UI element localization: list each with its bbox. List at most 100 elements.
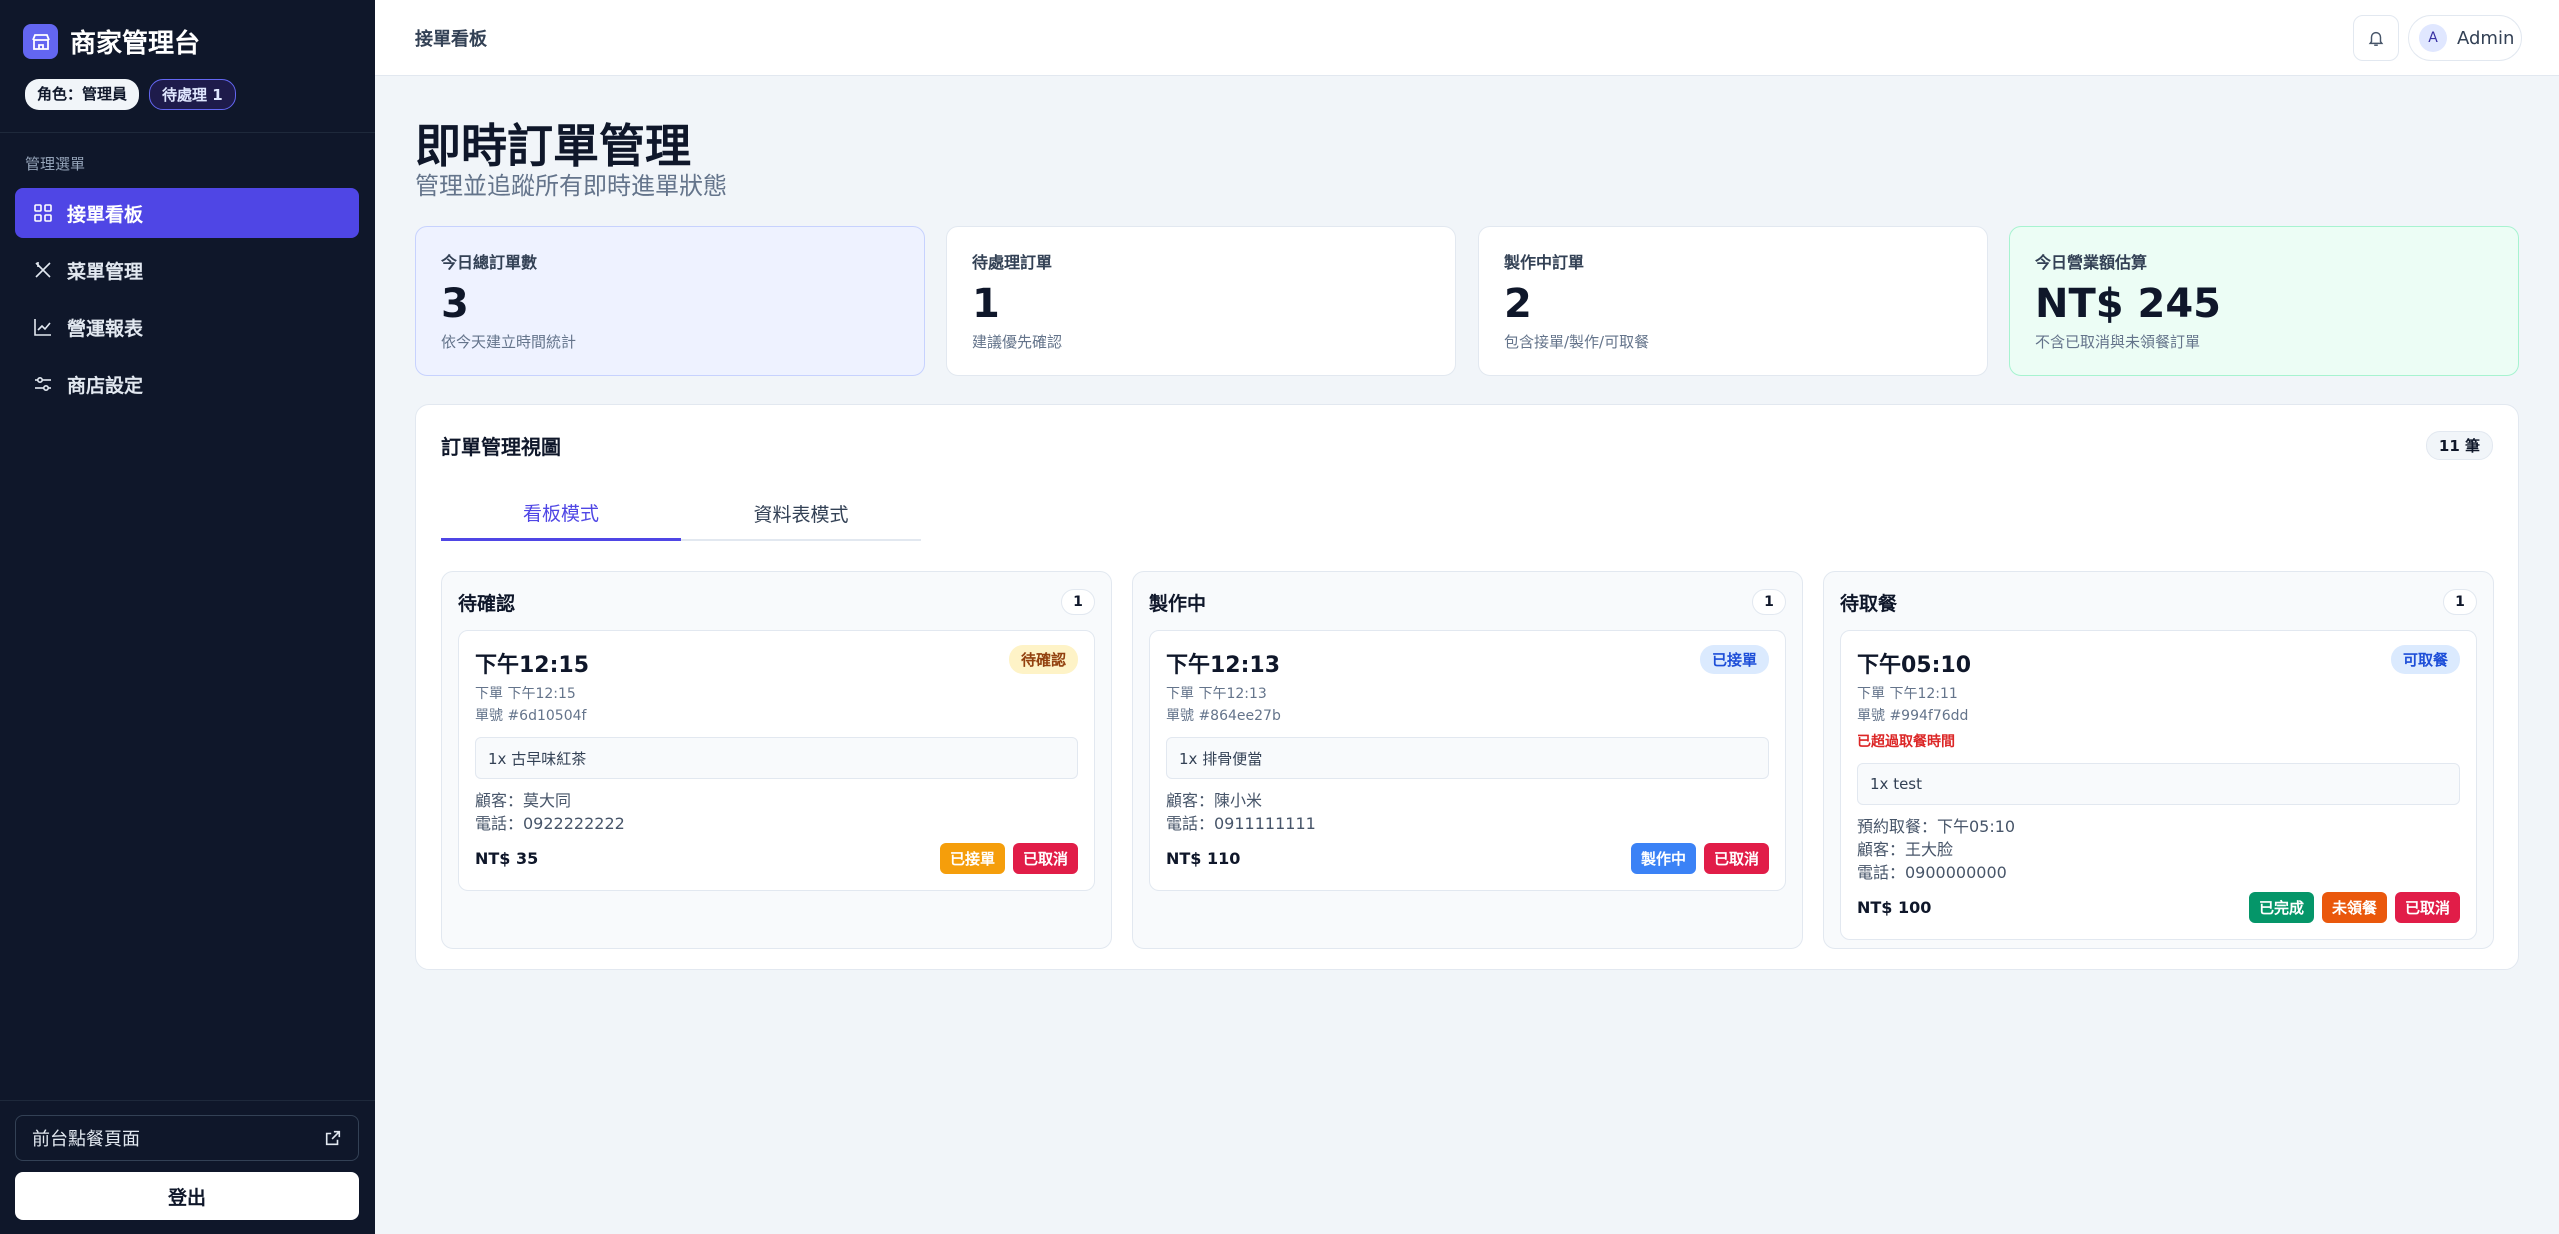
brand-title: 商家管理台 <box>70 29 201 59</box>
status-badge: 已接單 <box>1699 645 1769 674</box>
stat-note: 不含已取消與未領餐訂單 <box>2035 333 2201 351</box>
external-link-icon <box>325 1130 341 1146</box>
column-title: 製作中 <box>1149 593 1207 615</box>
order-placed: 下單 下午12:13 <box>1166 686 1267 702</box>
sliders-icon <box>35 376 51 392</box>
page-subtitle: 管理並追蹤所有即時進單狀態 <box>415 172 727 200</box>
sidebar: 商家管理台 角色：管理員 待處理 1 管理選單 接單看板 菜單管理 營運報表 商… <box>0 0 375 1234</box>
column-ready: 待取餐 1 下午05:10 可取餐 下單 下午12:11 單號 #994f76d… <box>1823 571 2494 949</box>
sidebar-item-label: 菜單管理 <box>67 260 144 283</box>
sidebar-nav: 接單看板 菜單管理 營運報表 商店設定 <box>15 188 359 416</box>
column-in-progress: 製作中 1 下午12:13 已接單 下單 下午12:13 單號 #864ee27… <box>1132 571 1803 949</box>
customer-phone: 電話：0911111111 <box>1166 814 1316 833</box>
stat-card-in-progress-orders: 製作中訂單 2 包含接單/製作/可取餐 <box>1478 226 1988 376</box>
sidebar-item-label: 接單看板 <box>67 203 144 226</box>
order-number: 單號 #6d10504f <box>475 708 587 724</box>
customer-name: 顧客：莫大同 <box>475 791 572 810</box>
start-cooking-button[interactable]: 製作中 <box>1630 843 1696 874</box>
stat-card-pending-orders: 待處理訂單 1 建議優先確認 <box>946 226 1456 376</box>
customer-phone: 電話：0900000000 <box>1857 863 2007 882</box>
customer-name: 顧客：陳小米 <box>1166 791 1263 810</box>
bell-icon <box>2368 31 2384 46</box>
sidebar-item-reports[interactable]: 營運報表 <box>15 302 359 352</box>
accept-button[interactable]: 已接單 <box>939 843 1005 874</box>
stat-note: 建議優先確認 <box>972 333 1063 351</box>
order-card[interactable]: 下午05:10 可取餐 下單 下午12:11 單號 #994f76dd 已超過取… <box>1840 630 2477 940</box>
chart-line-icon <box>34 319 51 336</box>
stat-label: 今日營業額估算 <box>2035 253 2148 272</box>
cancel-button[interactable]: 已取消 <box>2394 892 2460 923</box>
stat-card-revenue: 今日營業額估算 NT$ 245 不含已取消與未領餐訂單 <box>2009 226 2519 376</box>
breadcrumb: 接單看板 <box>415 29 487 50</box>
user-menu[interactable]: A Admin <box>2408 15 2522 61</box>
sidebar-item-menu[interactable]: 菜單管理 <box>15 245 359 295</box>
divider <box>0 132 375 133</box>
stat-value: 2 <box>1504 281 1532 327</box>
stat-card-total-orders: 今日總訂單數 3 依今天建立時間統計 <box>415 226 925 376</box>
order-item: 1x test <box>1857 763 2460 805</box>
utensils-icon <box>35 262 51 278</box>
order-item: 1x 古早味紅茶 <box>475 737 1078 779</box>
divider <box>0 1100 375 1101</box>
cancel-button[interactable]: 已取消 <box>1012 843 1078 874</box>
cancel-button[interactable]: 已取消 <box>1703 843 1769 874</box>
grid-icon <box>34 204 52 222</box>
storefront-link[interactable]: 前台點餐頁面 <box>15 1115 359 1161</box>
sidebar-item-label: 營運報表 <box>67 317 144 340</box>
stat-label: 製作中訂單 <box>1504 253 1585 272</box>
menu-heading: 管理選單 <box>25 155 86 173</box>
user-name: Admin <box>2457 27 2515 49</box>
sidebar-item-order-board[interactable]: 接單看板 <box>15 188 359 238</box>
storefront-link-label: 前台點餐頁面 <box>32 1129 140 1150</box>
logout-button[interactable]: 登出 <box>15 1172 359 1220</box>
complete-button[interactable]: 已完成 <box>2248 892 2314 923</box>
sidebar-item-settings[interactable]: 商店設定 <box>15 359 359 409</box>
order-time: 下午12:15 <box>475 653 590 678</box>
status-badge: 可取餐 <box>2390 645 2460 674</box>
topbar: 接單看板 A Admin <box>375 0 2559 76</box>
stat-value: 1 <box>972 281 1000 327</box>
order-number: 單號 #994f76dd <box>1857 708 1969 724</box>
order-time: 下午12:13 <box>1166 653 1281 678</box>
order-panel: 訂單管理視圖 11 筆 看板模式 資料表模式 待確認 1 下午12:15 待確認… <box>415 404 2519 970</box>
customer-phone: 電話：0922222222 <box>475 814 625 833</box>
column-title: 待確認 <box>458 593 516 615</box>
sidebar-item-label: 商店設定 <box>67 374 144 397</box>
column-count: 1 <box>1752 589 1786 615</box>
column-title: 待取餐 <box>1840 593 1898 615</box>
order-item: 1x 排骨便當 <box>1166 737 1769 779</box>
pickup-time: 預約取餐：下午05:10 <box>1857 817 2016 836</box>
stat-value: NT$ 245 <box>2035 281 2222 327</box>
order-price: NT$ 100 <box>1857 898 1932 917</box>
not-picked-up-button[interactable]: 未領餐 <box>2321 892 2387 923</box>
order-price: NT$ 35 <box>475 849 539 868</box>
order-placed: 下單 下午12:15 <box>475 686 576 702</box>
column-pending: 待確認 1 下午12:15 待確認 下單 下午12:15 單號 #6d10504… <box>441 571 1112 949</box>
panel-title: 訂單管理視圖 <box>441 435 561 459</box>
order-placed: 下單 下午12:11 <box>1857 686 1958 702</box>
order-price: NT$ 110 <box>1166 849 1241 868</box>
store-icon <box>23 24 58 59</box>
stat-value: 3 <box>441 281 469 327</box>
order-number: 單號 #864ee27b <box>1166 708 1281 724</box>
customer-name: 顧客：王大脸 <box>1857 840 1954 859</box>
stat-label: 今日總訂單數 <box>441 253 538 272</box>
column-count: 1 <box>1061 589 1095 615</box>
avatar: A <box>2419 24 2447 52</box>
status-badge: 待確認 <box>1008 645 1078 674</box>
column-count: 1 <box>2443 589 2477 615</box>
role-badge: 角色：管理員 <box>25 79 140 110</box>
brand: 商家管理台 <box>23 23 200 60</box>
order-card[interactable]: 下午12:13 已接單 下單 下午12:13 單號 #864ee27b 1x 排… <box>1149 630 1786 891</box>
order-card[interactable]: 下午12:15 待確認 下單 下午12:15 單號 #6d10504f 1x 古… <box>458 630 1095 891</box>
stat-note: 包含接單/製作/可取餐 <box>1504 333 1650 351</box>
notifications-button[interactable] <box>2353 15 2399 61</box>
stat-note: 依今天建立時間統計 <box>441 333 577 351</box>
overdue-warning: 已超過取餐時間 <box>1857 734 1955 750</box>
tab-table[interactable]: 資料表模式 <box>681 487 921 539</box>
pending-badge: 待處理 1 <box>149 79 236 110</box>
view-tabs: 看板模式 資料表模式 <box>441 487 921 541</box>
stat-label: 待處理訂單 <box>972 253 1053 272</box>
tab-kanban[interactable]: 看板模式 <box>441 487 681 541</box>
order-time: 下午05:10 <box>1857 653 1972 678</box>
